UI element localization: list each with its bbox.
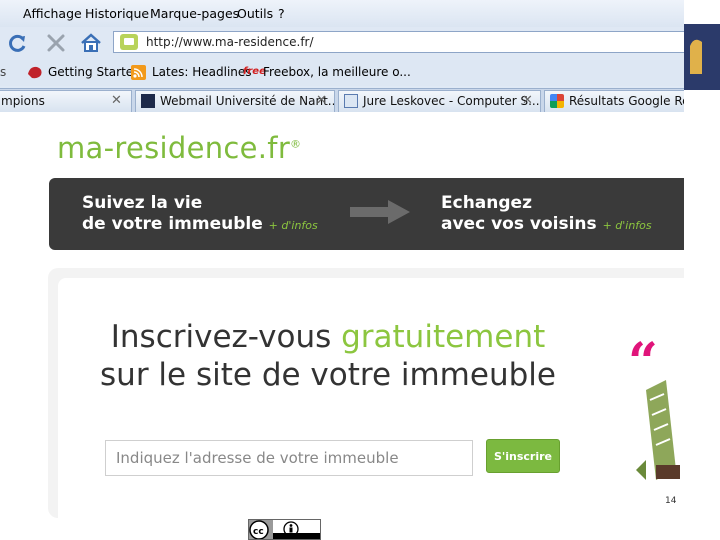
bookmark-fragment: s [0, 65, 7, 79]
menu-help[interactable]: ? [278, 6, 285, 21]
tab-title: Jure Leskovec - Computer S... [363, 94, 540, 108]
svg-text:cc: cc [253, 527, 264, 537]
feature-exchange-neighbours: Echangez avec vos voisins + d'infos [441, 193, 652, 236]
slide-page-number: 14 [665, 496, 677, 506]
tab-close-icon[interactable]: ✕ [316, 93, 327, 108]
feature-line1: Echangez [441, 193, 532, 213]
svg-text:“: “ [628, 332, 658, 393]
signup-headline: Inscrivez-vous gratuitement sur le site … [0, 318, 656, 394]
menu-bar: Affichage Historique Marque-pages Outils… [0, 0, 684, 27]
tab-jure-leskovec[interactable]: Jure Leskovec - Computer S... ✕ [338, 90, 541, 112]
headline-part1: Inscrivez-vous [110, 319, 342, 355]
bookmark-latest-headlines[interactable]: Lates: Headlines [152, 65, 252, 79]
menu-historique[interactable]: Historique [85, 6, 149, 21]
bookmarks-bar: s Getting Started Lates: Headlines free … [0, 60, 684, 86]
webmail-favicon-icon [141, 94, 155, 108]
tab-webmail[interactable]: Webmail Université de Nant... ✕ [135, 90, 335, 112]
arrow-right-icon [350, 200, 410, 224]
bookmark-getting-started[interactable]: Getting Started [48, 65, 141, 79]
signup-panel-inner [58, 278, 698, 518]
tab-strip: mpions ✕ Webmail Université de Nant... ✕… [0, 88, 684, 112]
tab-title: Résultats Google Rech [569, 94, 684, 108]
site-logo[interactable]: ma-residence.fr® [57, 131, 301, 165]
headline-line2: sur le site de votre immeuble [100, 357, 556, 393]
feature-line2: avec vos voisins [441, 214, 597, 234]
stop-icon[interactable] [44, 31, 68, 55]
feature-line1: Suivez la vie [82, 193, 203, 213]
browser-chrome: Affichage Historique Marque-pages Outils… [0, 0, 684, 112]
google-favicon-icon [550, 94, 564, 108]
tab-google-results[interactable]: Résultats Google Rech [544, 90, 684, 112]
logo-text: ma-residence.fr [57, 131, 291, 165]
page-right-edge [684, 90, 720, 540]
tab-close-icon[interactable]: ✕ [522, 93, 533, 108]
feature-line2: de votre immeuble [82, 214, 263, 234]
menu-outils[interactable]: Outils [237, 6, 273, 21]
registered-mark: ® [290, 137, 302, 151]
navigation-toolbar: http://www.ma-residence.fr/ [0, 27, 684, 60]
menu-marque-pages[interactable]: Marque-pages [150, 6, 239, 21]
feature-follow-building: Suivez la vie de votre immeuble + d'info… [82, 193, 318, 236]
tab-title: mpions [1, 94, 45, 108]
firefox-bookmark-icon [28, 66, 42, 79]
menu-affichage[interactable]: Affichage [23, 6, 82, 21]
decorative-illustration: “ [626, 320, 684, 520]
browser-throbber-icon [684, 24, 720, 90]
address-bar[interactable]: http://www.ma-residence.fr/ [113, 31, 684, 53]
bookmark-freebox[interactable]: Freebox, la meilleure o... [263, 65, 411, 79]
reload-icon[interactable] [6, 31, 30, 55]
tab-mpions[interactable]: mpions ✕ [0, 90, 132, 112]
page-favicon-icon [344, 94, 358, 108]
signup-button[interactable]: S'inscrire [486, 439, 560, 473]
creative-commons-badge: cc [248, 519, 321, 540]
more-info-link[interactable]: + d'infos [269, 219, 318, 232]
more-info-link[interactable]: + d'infos [603, 219, 652, 232]
rss-feed-icon [131, 65, 146, 80]
home-icon[interactable] [79, 31, 103, 55]
tab-title: Webmail Université de Nant... [160, 94, 335, 108]
address-input[interactable]: Indiquez l'adresse de votre immeuble [105, 440, 473, 476]
tab-close-icon[interactable]: ✕ [111, 93, 122, 108]
site-favicon-icon [120, 34, 138, 50]
url-text: http://www.ma-residence.fr/ [146, 35, 314, 49]
headline-highlight: gratuitement [341, 319, 546, 355]
